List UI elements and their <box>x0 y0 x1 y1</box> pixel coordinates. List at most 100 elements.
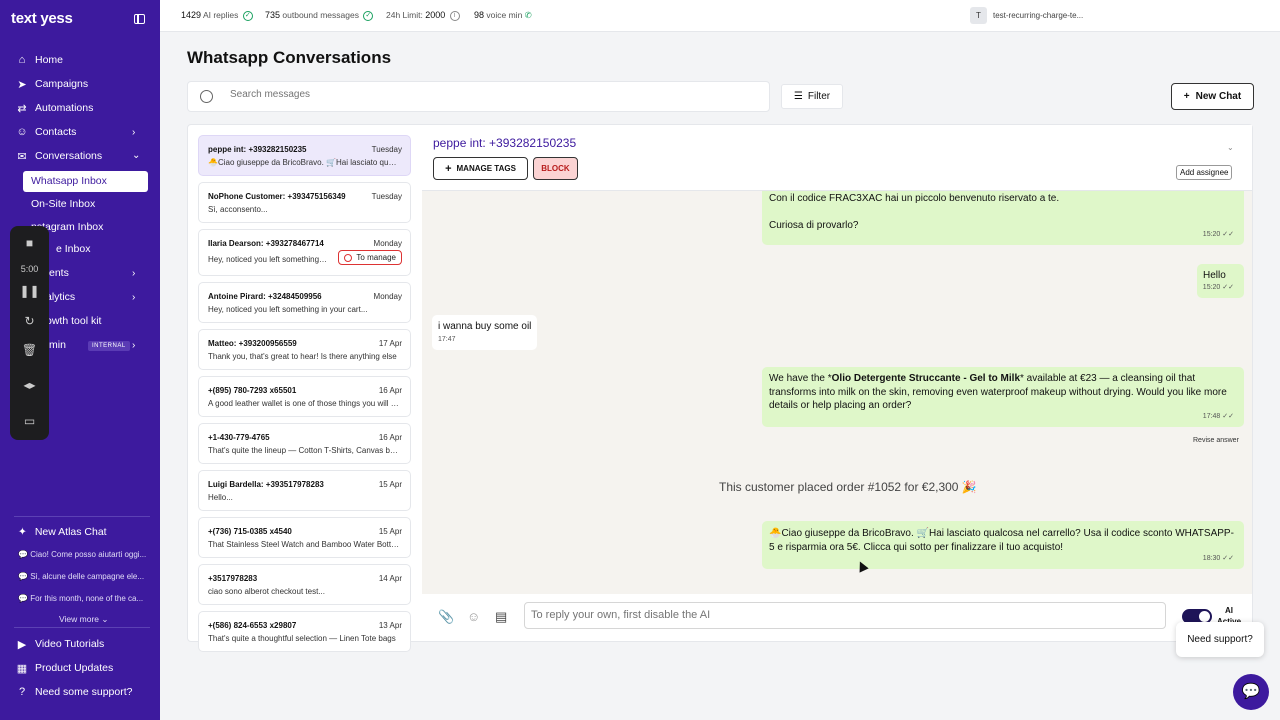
message-text: We have the *Olio Detergente Struccante … <box>769 373 1227 411</box>
chat-contact-name[interactable]: peppe int: +393282150235 <box>433 136 576 150</box>
video-tutorials-link[interactable]: ▶ Video Tutorials <box>16 634 105 654</box>
order-notice: This customer placed order #1052 for €2,… <box>719 480 977 494</box>
recent-chat-item[interactable]: 💬 Sì, alcune delle campagne ele... <box>18 572 146 581</box>
conversation-item[interactable]: peppe int: +393282150235 Tuesday 🐣Ciao g… <box>198 135 411 176</box>
view-more-link[interactable]: View more ⌄ <box>59 614 108 625</box>
support-tooltip[interactable]: Need support? <box>1176 622 1264 657</box>
account-avatar[interactable]: T <box>970 7 987 24</box>
conversation-preview: A good leather wallet is one of those th… <box>208 399 400 408</box>
sidebar-subitem-other-inbox[interactable]: e Inbox <box>56 243 90 255</box>
sidebar-item-label: Campaigns <box>35 78 89 90</box>
conversation-date: Tuesday <box>371 145 402 154</box>
sidebar-subitem-onsite-inbox[interactable]: On-Site Inbox <box>31 198 95 210</box>
conversation-item[interactable]: +1-430-779-4765 16 Apr That's quite the … <box>198 423 411 464</box>
trash-icon[interactable]: 🗑 <box>10 343 49 357</box>
reply-field[interactable] <box>524 602 1166 629</box>
search-input[interactable] <box>230 89 630 100</box>
sidebar-item-analytics[interactable]: alytics <box>46 291 75 303</box>
search-icon <box>200 90 213 103</box>
recent-chat-item[interactable]: 💬 For this month, none of the ca... <box>18 594 146 603</box>
conversation-date: 14 Apr <box>378 574 402 583</box>
emoji-icon[interactable]: ☺ <box>467 609 480 624</box>
conversation-item[interactable]: +(586) 824-6553 x29807 13 Apr That's qui… <box>198 611 411 652</box>
conversation-item[interactable]: +(736) 715-0385 x4540 15 Apr That Stainl… <box>198 517 411 558</box>
account-name[interactable]: test-recurring-charge-te... <box>993 11 1083 20</box>
mail-icon: ✉ <box>17 150 27 163</box>
phone-icon: ✆ <box>524 10 532 20</box>
filter-label: Filter <box>807 91 831 102</box>
message-text: 🐣Ciao giuseppe da BricoBravo. 🛒Hai lasci… <box>769 528 1234 553</box>
sidebar-item-label: Automations <box>35 102 94 114</box>
chevron-right-icon[interactable]: › <box>132 340 135 351</box>
add-assignee-button[interactable]: Add assignee <box>1176 165 1233 180</box>
conversation-item[interactable]: Luigi Bardella: +393517978283 15 Apr Hel… <box>198 470 411 511</box>
new-chat-button[interactable]: + New Chat <box>1171 83 1254 110</box>
divider <box>14 516 150 517</box>
revise-answer-link[interactable]: Revise answer <box>1193 437 1239 444</box>
restart-icon[interactable]: ↻ <box>10 314 49 328</box>
contact-name: Antoine Pirard: +32484509956 <box>208 292 322 301</box>
search-bar[interactable] <box>187 81 770 112</box>
footer-label: Need some support? <box>35 686 133 698</box>
conversation-date: Tuesday <box>371 192 402 201</box>
new-atlas-chat-button[interactable]: ✦ New Atlas Chat <box>18 526 107 538</box>
conversation-date: 16 Apr <box>378 386 402 395</box>
sidebar-item-contacts[interactable]: ☺ Contacts <box>16 122 76 142</box>
timer-label: 5:00 <box>20 264 39 274</box>
home-icon: ⌂ <box>18 54 26 66</box>
footer-label: Video Tutorials <box>35 638 105 650</box>
conversation-item[interactable]: Ilaria Dearson: +393278467714 Monday Hey… <box>198 229 411 276</box>
info-icon[interactable]: i <box>449 10 460 21</box>
collapse-sidebar-icon[interactable] <box>134 14 145 24</box>
sidebar-item-automations[interactable]: ⇄ Automations <box>16 98 93 118</box>
conversation-preview: That Stainless Steel Watch and Bamboo Wa… <box>208 540 400 549</box>
chat-support-icon[interactable]: 💬 <box>1233 674 1269 710</box>
divider <box>14 627 150 628</box>
contact-name: +3517978283 <box>208 574 258 583</box>
conversation-date: 16 Apr <box>378 433 402 442</box>
conversation-date: 13 Apr <box>378 621 402 630</box>
app-logo[interactable]: text yess <box>11 10 73 27</box>
conversation-item[interactable]: +3517978283 14 Apr ciao sono alberot che… <box>198 564 411 605</box>
chevron-down-icon[interactable]: ⌄ <box>1227 143 1234 152</box>
voice-stat: 98 voice min ✆ <box>474 10 532 20</box>
sidebar-item-growth-tool-kit[interactable]: owth tool kit <box>46 315 101 327</box>
chevron-right-icon[interactable]: › <box>132 292 135 303</box>
chevron-down-icon[interactable]: ⌄ <box>132 150 140 161</box>
reply-input[interactable] <box>531 609 1131 621</box>
sidebar-item-campaigns[interactable]: ➤ Campaigns <box>16 74 88 94</box>
outbound-stat: 735 outbound messages ✓ <box>265 10 374 21</box>
pause-icon[interactable]: ❚❚ <box>10 284 49 298</box>
sidebar-item-home[interactable]: ⌂ Home <box>16 50 63 70</box>
template-icon[interactable]: ▤ <box>495 609 507 625</box>
stop-icon[interactable]: ■ <box>10 236 49 250</box>
video-icon: ▶ <box>17 638 27 651</box>
conversation-preview: 🐣Ciao giuseppe da BricoBravo. 🛒Hai lasci… <box>208 158 400 167</box>
sidebar-subitem-whatsapp-inbox[interactable]: Whatsapp Inbox <box>23 171 148 192</box>
conversation-preview: Hey, noticed you left something in your … <box>208 305 368 314</box>
sidebar-item-admin[interactable]: min <box>49 339 66 351</box>
conversation-item[interactable]: Antoine Pirard: +32484509956 Monday Hey,… <box>198 282 411 323</box>
paperclip-icon[interactable]: 📎 <box>438 609 454 625</box>
conversation-item[interactable]: Matteo: +393200956559 17 Apr Thank you, … <box>198 329 411 370</box>
page-title: Whatsapp Conversations <box>187 48 392 67</box>
camera-icon[interactable]: ▭ <box>10 414 49 428</box>
filter-button[interactable]: ☰ Filter <box>781 84 843 109</box>
conversation-item[interactable]: NoPhone Customer: +393475156349 Tuesday … <box>198 182 411 223</box>
sidebar-item-conversations[interactable]: ✉ Conversations <box>16 146 102 166</box>
conversation-item[interactable]: +(895) 780-7293 x65501 16 Apr A good lea… <box>198 376 411 417</box>
manage-tags-button[interactable]: + MANAGE TAGS <box>433 157 528 180</box>
loop-icon: ⇄ <box>17 102 27 115</box>
message-time: 17:48 ✓✓ <box>1202 412 1234 420</box>
chevron-right-icon[interactable]: › <box>132 127 135 138</box>
product-updates-link[interactable]: ▦ Product Updates <box>16 658 113 678</box>
recent-chat-item[interactable]: 💬 Ciao! Come posso aiutarti oggi... <box>18 550 146 559</box>
sidebar-item-label: Conversations <box>35 150 103 162</box>
chevron-right-icon[interactable]: › <box>132 268 135 279</box>
sidebar-item-partial-1[interactable]: ents <box>49 267 69 279</box>
message-time: 18:30 ✓✓ <box>1202 554 1234 562</box>
need-support-link[interactable]: ? Need some support? <box>16 682 133 702</box>
block-button[interactable]: BLOCK <box>533 157 578 180</box>
audio-icon[interactable]: ◂▸ <box>10 378 49 392</box>
status-tag[interactable]: To manage <box>338 250 402 265</box>
